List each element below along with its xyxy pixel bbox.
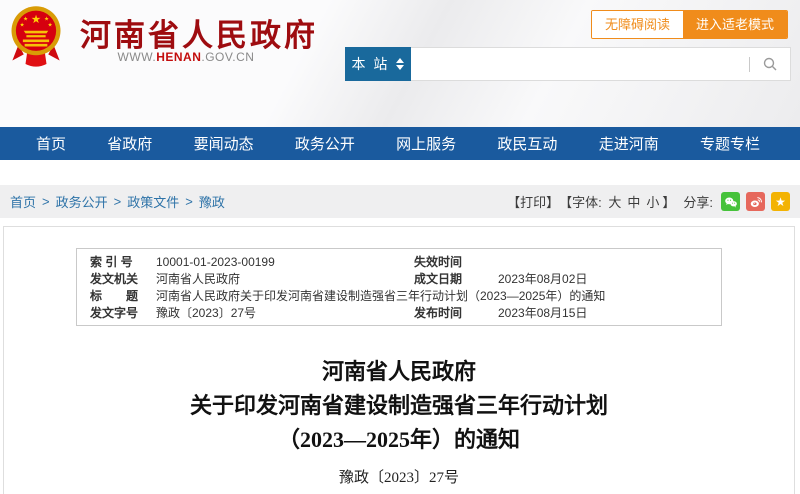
main-nav: 首页 省政府 要闻动态 政务公开 网上服务 政民互动 走进河南 专题专栏	[0, 127, 800, 160]
nav-item-provincial-gov[interactable]: 省政府	[107, 133, 152, 154]
header-mode-buttons: 无障碍阅读 进入适老模式	[590, 10, 788, 39]
document-number: 豫政〔2023〕27号	[338, 470, 459, 486]
site-url-prefix: WWW.	[117, 50, 157, 64]
meta-row-index: 索 引 号 10001-01-2023-00199 失效时间	[77, 253, 721, 270]
nav-item-home[interactable]: 首页	[36, 133, 66, 154]
print-button[interactable]: 【打印】	[507, 192, 559, 211]
nav-item-interaction[interactable]: 政民互动	[497, 133, 557, 154]
document-meta-table: 索 引 号 10001-01-2023-00199 失效时间 发文机关 河南省人…	[76, 248, 722, 326]
svg-text:★: ★	[20, 22, 25, 28]
nav-item-discover-henan[interactable]: 走进河南	[599, 133, 659, 154]
meta-row-doc-number: 发文字号 豫政〔2023〕27号 发布时间 2023年08月15日	[77, 304, 721, 321]
breadcrumb-policy-docs[interactable]: 政策文件	[127, 192, 179, 211]
wechat-icon	[724, 196, 737, 207]
search-icon	[763, 57, 777, 71]
weibo-icon	[750, 196, 762, 207]
breadcrumb-yuzheng[interactable]: 豫政	[199, 192, 225, 211]
weibo-share-button[interactable]	[746, 192, 765, 211]
page-toolbar: 【打印】 【字体: 大 中 小 】 分享: ★	[507, 192, 790, 211]
national-emblem-icon: ★ ★ ★ ★ ★	[11, 6, 61, 67]
breadcrumb-bar: 首页 > 政务公开 > 政策文件 > 豫政 【打印】 【字体: 大 中 小 】 …	[0, 185, 800, 218]
meta-row-title: 标 题 河南省人民政府关于印发河南省建设制造强省三年行动计划（2023—2025…	[77, 287, 721, 304]
nav-item-special-topics[interactable]: 专题专栏	[700, 133, 760, 154]
site-url-highlight: HENAN	[156, 50, 202, 64]
meta-label-doc-number: 发文字号	[90, 305, 139, 320]
meta-value-date-published: 2023年08月15日	[498, 305, 588, 320]
search-box	[411, 47, 791, 81]
meta-label-index-no: 索 引 号	[90, 254, 133, 269]
share-icons: ★	[721, 192, 790, 211]
share-label: 分享:	[683, 195, 713, 210]
search-input[interactable]	[411, 48, 749, 80]
meta-row-issuer: 发文机关 河南省人民政府 成文日期 2023年08月02日	[77, 270, 721, 287]
meta-value-issuer: 河南省人民政府	[156, 271, 241, 286]
nav-item-news[interactable]: 要闻动态	[194, 133, 254, 154]
accessibility-reading-button[interactable]: 无障碍阅读	[591, 11, 683, 38]
document-title-line3: （2023—2025年）的通知	[277, 427, 520, 452]
nav-item-gov-affairs[interactable]: 政务公开	[295, 133, 355, 154]
chevron-updown-icon	[396, 58, 405, 70]
svg-text:★: ★	[44, 16, 49, 22]
document-title: 河南省人民政府 关于印发河南省建设制造强省三年行动计划 （2023—2025年）…	[4, 355, 794, 457]
elder-mode-button[interactable]: 进入适老模式	[682, 11, 787, 38]
site-header: ★ ★ ★ ★ ★ 河南省人民政府 WWW.HENAN.GOV.CN 无障碍阅读…	[0, 0, 800, 127]
qzone-share-button[interactable]: ★	[771, 192, 790, 211]
site-title: 河南省人民政府	[80, 18, 318, 53]
meta-value-expiry	[498, 253, 721, 270]
site-url: WWW.HENAN.GOV.CN	[80, 50, 292, 64]
search-scope-select[interactable]: 本 站	[345, 47, 411, 81]
wechat-share-button[interactable]	[721, 192, 740, 211]
search-scope-label: 本 站	[351, 56, 390, 72]
font-size-small-button[interactable]: 小	[646, 192, 659, 211]
meta-label-date-written: 成文日期	[414, 271, 463, 286]
breadcrumb-gov-affairs[interactable]: 政务公开	[56, 192, 108, 211]
breadcrumb-separator: >	[42, 194, 50, 209]
document-title-line2: 关于印发河南省建设制造强省三年行动计划	[189, 393, 608, 418]
font-size-large-button[interactable]: 大	[608, 192, 621, 211]
breadcrumb-separator: >	[185, 194, 193, 209]
star-icon: ★	[775, 194, 786, 209]
page: ★ ★ ★ ★ ★ 河南省人民政府 WWW.HENAN.GOV.CN 无障碍阅读…	[0, 0, 800, 494]
search-button[interactable]	[750, 48, 790, 80]
meta-value-date-written: 2023年08月02日	[498, 271, 588, 286]
document-title-line1: 河南省人民政府	[321, 359, 476, 384]
meta-label-expiry: 失效时间	[414, 254, 463, 269]
meta-value-doc-number: 豫政〔2023〕27号	[156, 305, 257, 320]
meta-value-title: 河南省人民政府关于印发河南省建设制造强省三年行动计划（2023—2025年）的通…	[156, 288, 606, 303]
breadcrumb-separator: >	[113, 194, 122, 209]
font-size-label: 【字体:	[559, 195, 606, 210]
document-content-panel: 索 引 号 10001-01-2023-00199 失效时间 发文机关 河南省人…	[3, 226, 795, 494]
meta-label-title: 标 题	[90, 288, 139, 303]
meta-label-issuer: 发文机关	[90, 271, 139, 286]
breadcrumb-home[interactable]: 首页	[10, 192, 36, 211]
site-url-suffix: .GOV.CN	[201, 50, 255, 64]
breadcrumb: 首页 > 政务公开 > 政策文件 > 豫政	[10, 192, 225, 211]
svg-text:★: ★	[23, 16, 28, 22]
svg-text:★: ★	[31, 14, 41, 26]
svg-text:★: ★	[48, 22, 53, 28]
font-size-medium-button[interactable]: 中	[627, 192, 640, 211]
search-bar: 本 站	[345, 47, 791, 81]
font-size-label-close: 】	[662, 195, 676, 210]
nav-item-online-services[interactable]: 网上服务	[396, 133, 456, 154]
meta-label-date-published: 发布时间	[414, 305, 463, 320]
meta-value-index-no: 10001-01-2023-00199	[156, 254, 275, 269]
